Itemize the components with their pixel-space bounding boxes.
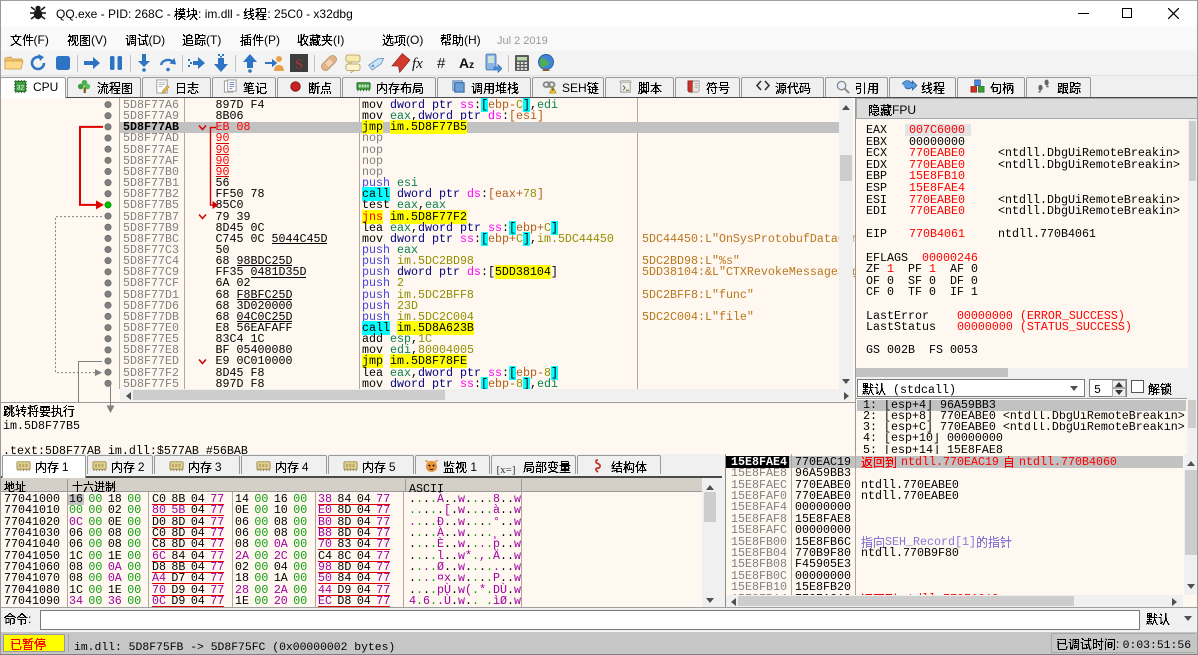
svg-text:S: S [295, 58, 303, 73]
svg-text:32: 32 [17, 84, 25, 91]
